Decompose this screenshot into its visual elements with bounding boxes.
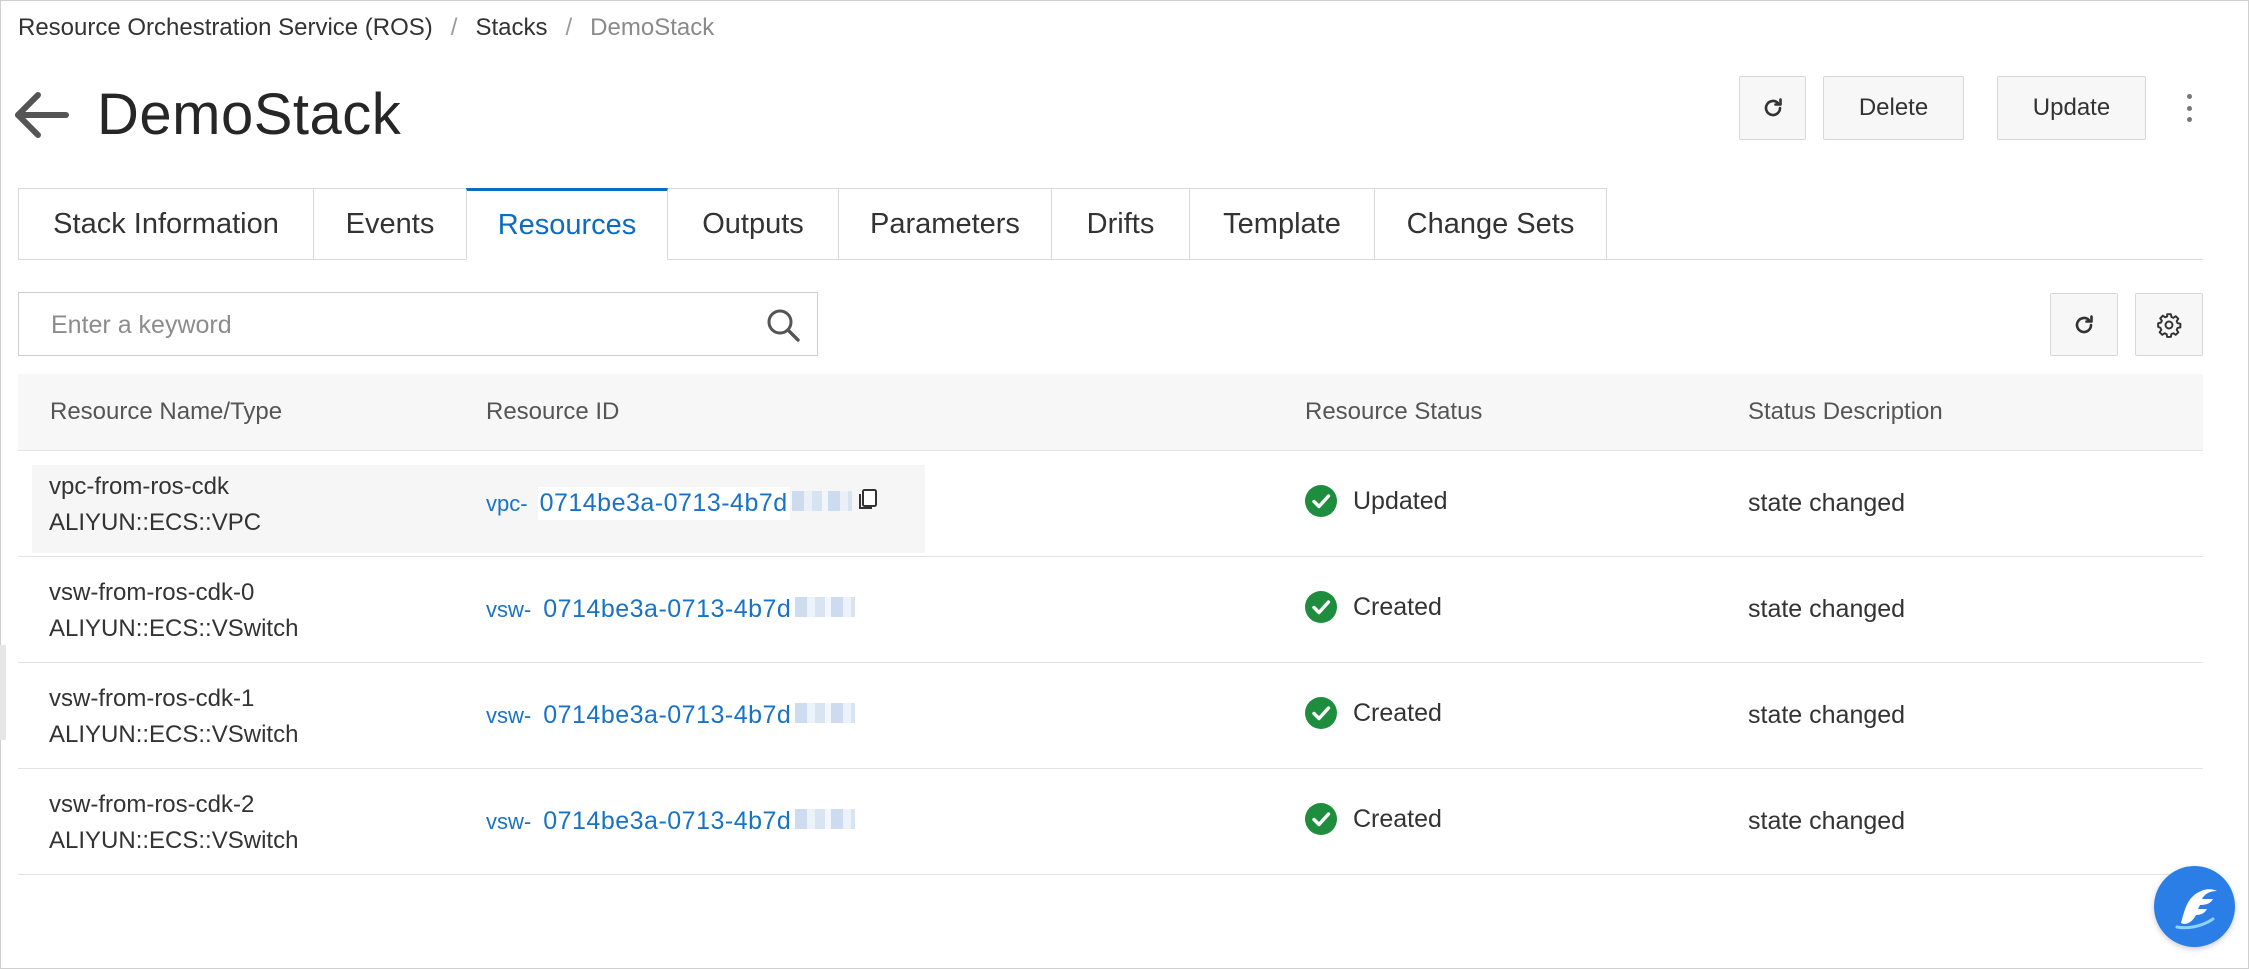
page-title: DemoStack (97, 82, 402, 147)
resource-status: Created (1305, 803, 1442, 835)
resource-id-prefix: vsw- (486, 597, 532, 622)
side-drawer-handle[interactable] (0, 645, 6, 740)
resource-id-link[interactable]: vsw- 0714be3a-0713-4b7d (486, 805, 856, 838)
breadcrumb-separator: / (565, 14, 573, 41)
resource-id: 0714be3a-0713-4b7d (537, 487, 790, 520)
table-row: vsw-from-ros-cdk-1 ALIYUN::ECS::VSwitch … (18, 663, 2203, 769)
status-description: state changed (1748, 489, 1906, 517)
resource-id: 0714be3a-0713-4b7d (541, 805, 794, 838)
resource-status: Created (1305, 591, 1442, 623)
more-vertical-icon[interactable] (2177, 90, 2201, 126)
breadcrumb-current: DemoStack (590, 14, 715, 41)
refresh-button[interactable] (1739, 76, 1806, 140)
redacted-id-suffix (795, 809, 856, 829)
tab-events[interactable]: Events (313, 188, 467, 260)
search-box (18, 292, 818, 357)
redacted-id-suffix (795, 597, 856, 617)
resource-id-link[interactable]: vpc- 0714be3a-0713-4b7d (486, 487, 880, 520)
resource-name-type: vsw-from-ros-cdk-1 ALIYUN::ECS::VSwitch (49, 681, 298, 753)
status-description: state changed (1748, 807, 1906, 835)
tab-parameters[interactable]: Parameters (838, 188, 1052, 260)
resource-type: ALIYUN::ECS::VSwitch (49, 615, 299, 642)
resource-status: Created (1305, 697, 1442, 729)
resource-status: Updated (1305, 485, 1448, 517)
resource-name-type: vpc-from-ros-cdk ALIYUN::ECS::VPC (49, 469, 261, 541)
redacted-id-suffix (795, 703, 856, 723)
breadcrumb-separator: / (450, 14, 458, 41)
check-circle-icon (1305, 697, 1337, 729)
resource-id-link[interactable]: vsw- 0714be3a-0713-4b7d (486, 593, 856, 626)
table-settings-button[interactable] (2135, 293, 2203, 356)
check-circle-icon (1305, 485, 1337, 517)
gear-icon (2157, 312, 2182, 338)
column-header-id: Resource ID (486, 398, 620, 425)
copy-icon[interactable] (856, 487, 880, 511)
resource-id-link[interactable]: vsw- 0714be3a-0713-4b7d (486, 699, 856, 732)
refresh-icon (2075, 314, 2093, 333)
floating-assistant-button[interactable] (2154, 866, 2235, 947)
table-header: Resource Name/Type Resource ID Resource … (18, 374, 2203, 451)
check-circle-icon (1305, 803, 1337, 835)
resource-name: vsw-from-ros-cdk-0 (49, 579, 255, 606)
resource-id: 0714be3a-0713-4b7d (541, 699, 794, 732)
status-description: state changed (1748, 595, 1906, 623)
status-description: state changed (1748, 701, 1906, 729)
resource-id-prefix: vsw- (486, 703, 532, 728)
status-text: Created (1353, 698, 1442, 727)
assistant-logo-icon (2175, 888, 2217, 929)
column-header-name: Resource Name/Type (50, 398, 283, 425)
resource-name: vpc-from-ros-cdk (49, 473, 230, 500)
refresh-icon (1764, 98, 1782, 117)
table-row: vpc-from-ros-cdk ALIYUN::ECS::VPC vpc- 0… (18, 451, 2203, 557)
tab-drifts[interactable]: Drifts (1051, 188, 1190, 260)
resource-type: ALIYUN::ECS::VSwitch (49, 721, 299, 748)
resource-type: ALIYUN::ECS::VSwitch (49, 827, 299, 854)
tab-change-sets[interactable]: Change Sets (1374, 188, 1607, 260)
table-row: vsw-from-ros-cdk-0 ALIYUN::ECS::VSwitch … (18, 557, 2203, 663)
breadcrumb-ros[interactable]: Resource Orchestration Service (ROS) (18, 14, 433, 42)
column-header-status: Resource Status (1305, 398, 1483, 425)
table-refresh-button[interactable] (2050, 293, 2118, 356)
tab-outputs[interactable]: Outputs (667, 188, 839, 260)
redacted-id-suffix (791, 491, 852, 511)
status-text: Created (1353, 804, 1442, 833)
resource-name: vsw-from-ros-cdk-2 (49, 791, 255, 818)
check-circle-icon (1305, 591, 1337, 623)
resource-id-prefix: vpc- (486, 491, 528, 516)
status-text: Updated (1353, 486, 1448, 515)
delete-button[interactable]: Delete (1823, 76, 1964, 140)
breadcrumb-stacks[interactable]: Stacks (475, 14, 547, 42)
resource-name: vsw-from-ros-cdk-1 (49, 685, 255, 712)
column-header-description: Status Description (1748, 398, 1943, 425)
breadcrumb: Resource Orchestration Service (ROS) / S… (18, 12, 714, 44)
resource-id-prefix: vsw- (486, 809, 532, 834)
resource-name-type: vsw-from-ros-cdk-0 ALIYUN::ECS::VSwitch (49, 575, 298, 647)
table-row: vsw-from-ros-cdk-2 ALIYUN::ECS::VSwitch … (18, 769, 2203, 875)
search-icon[interactable] (765, 307, 801, 343)
tab-resources[interactable]: Resources (466, 188, 668, 260)
search-input[interactable] (49, 293, 753, 357)
tab-stack-information[interactable]: Stack Information (18, 188, 314, 260)
resource-name-type: vsw-from-ros-cdk-2 ALIYUN::ECS::VSwitch (49, 787, 298, 859)
arrow-left-icon (15, 92, 69, 138)
tab-template[interactable]: Template (1189, 188, 1375, 260)
resources-table: Resource Name/Type Resource ID Resource … (18, 374, 2203, 875)
back-button[interactable] (14, 92, 70, 138)
stack-tabs: Stack Information Events Resources Outpu… (18, 188, 1607, 260)
resource-type: ALIYUN::ECS::VPC (49, 509, 262, 536)
update-button[interactable]: Update (1997, 76, 2146, 140)
status-text: Created (1353, 592, 1442, 621)
resource-id: 0714be3a-0713-4b7d (541, 593, 794, 626)
